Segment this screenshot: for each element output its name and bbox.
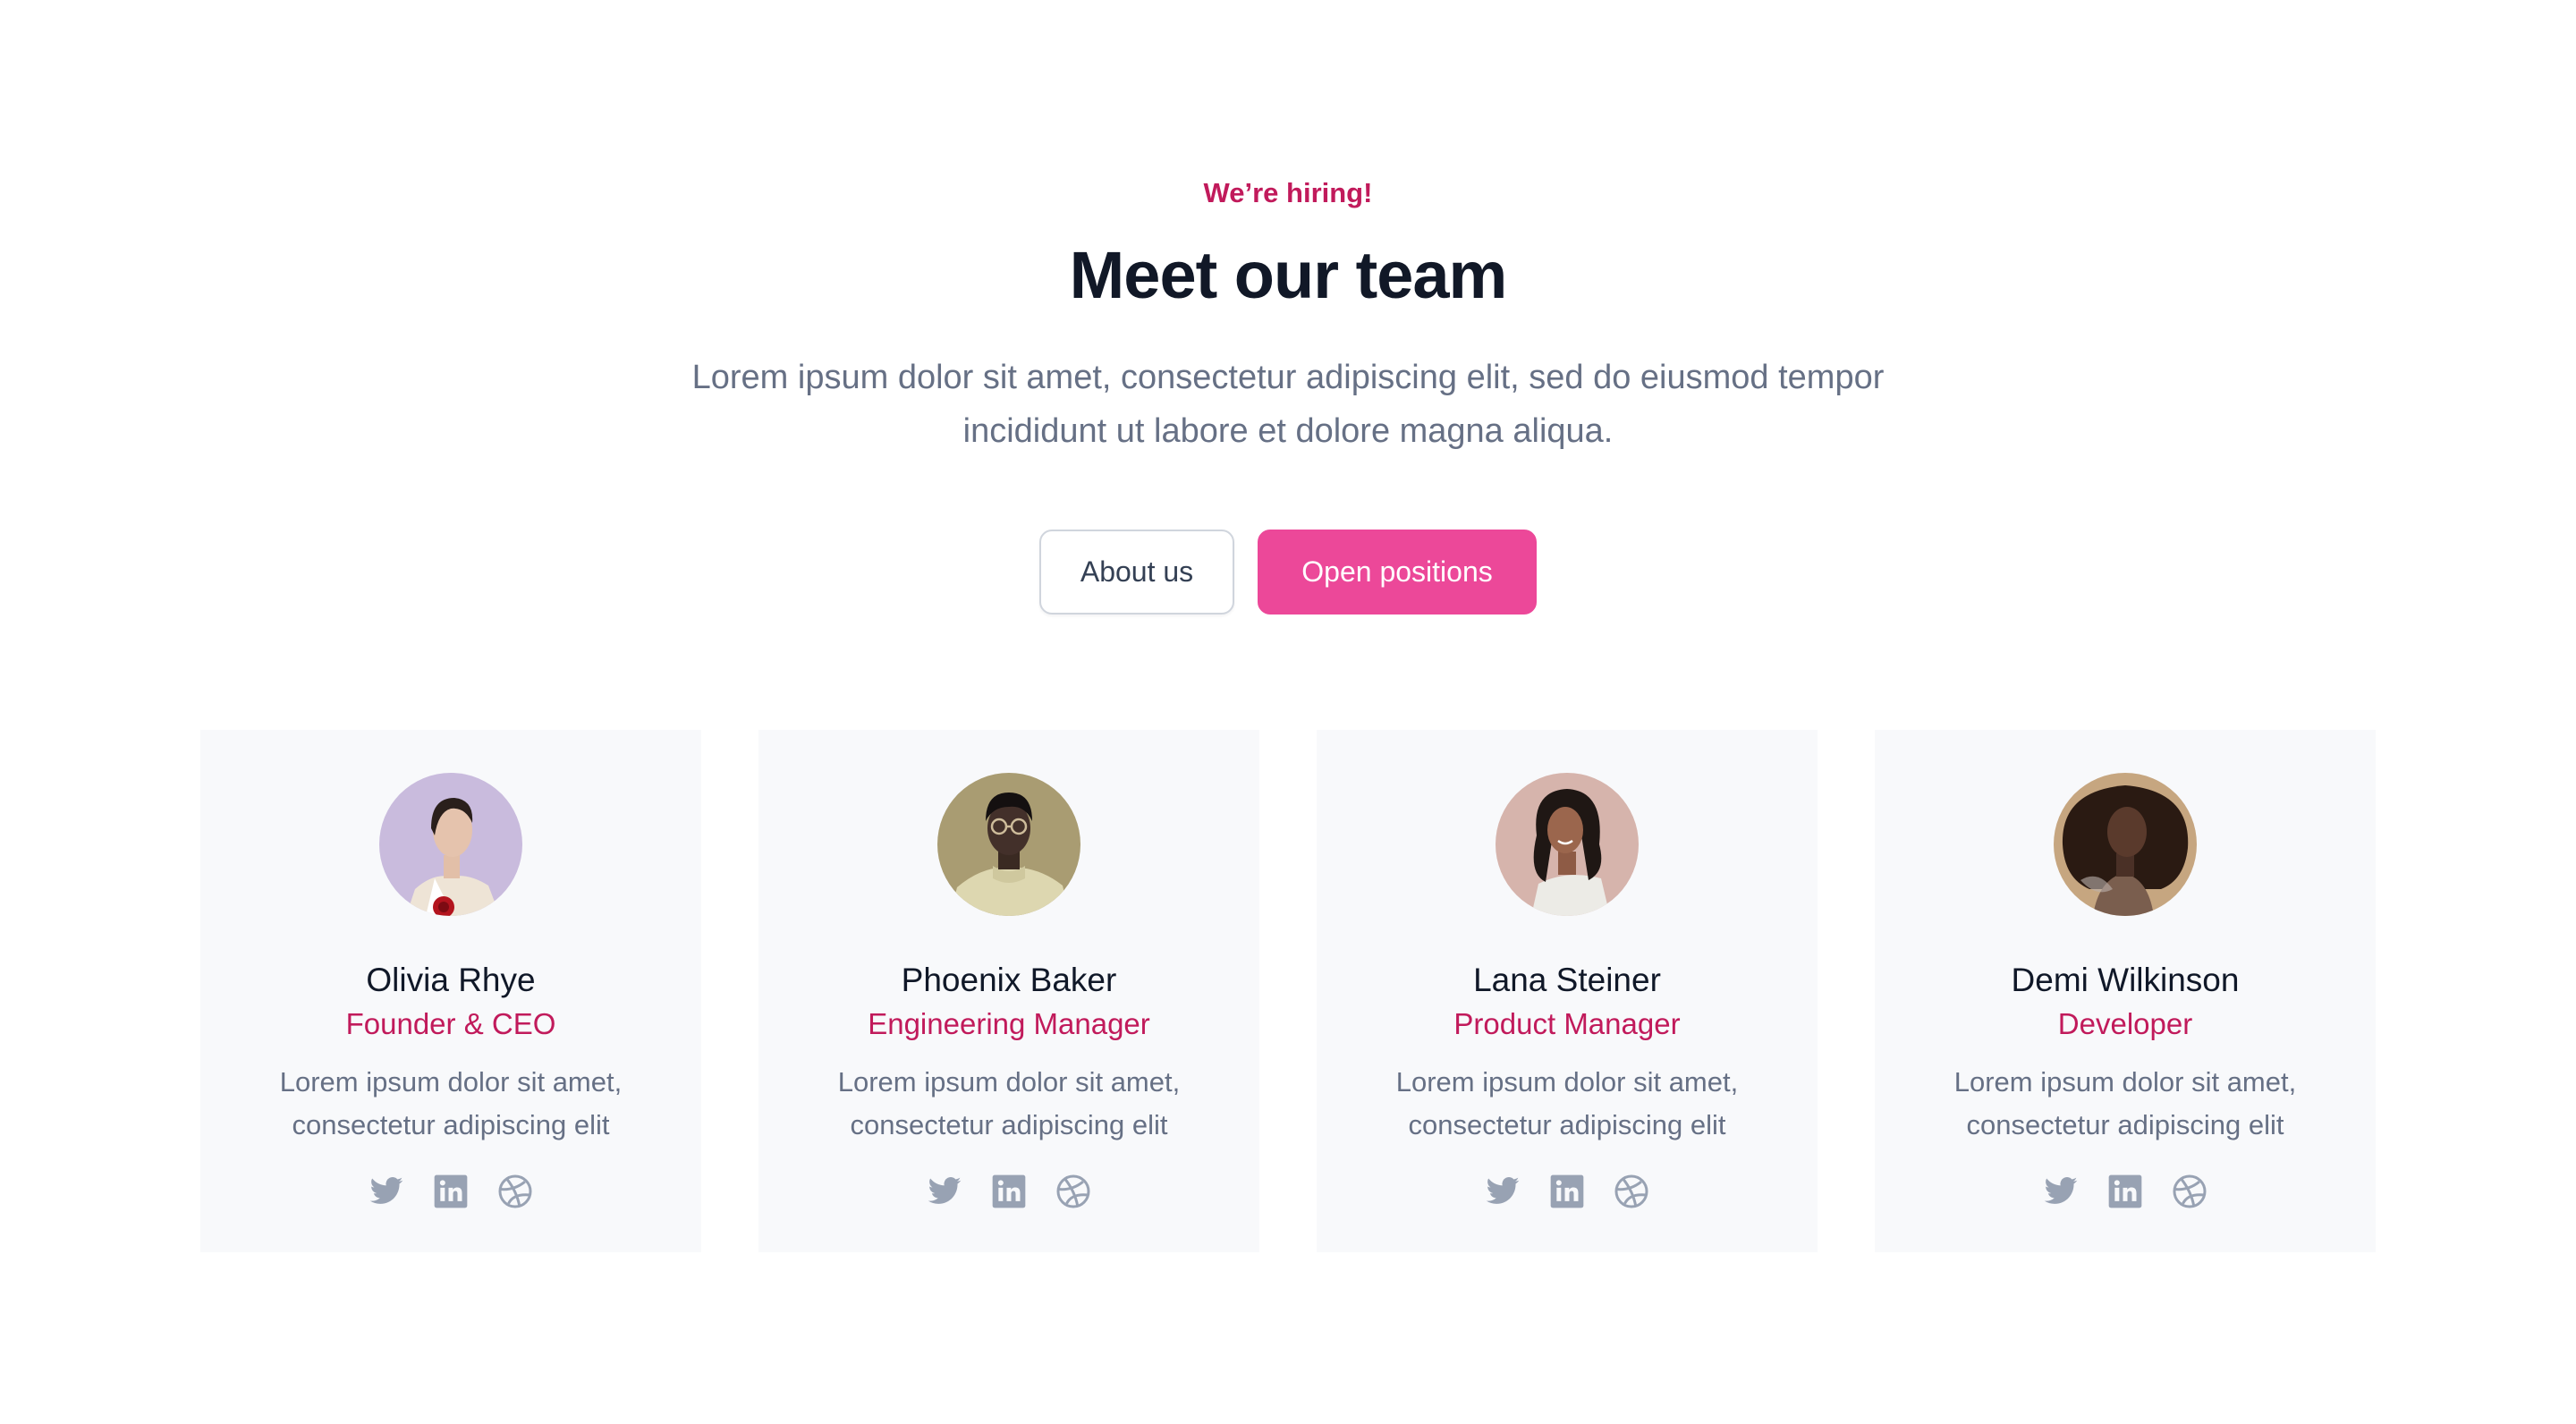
description-line-1: Lorem ipsum dolor sit amet, bbox=[279, 1066, 623, 1098]
hero-actions: About us Open positions bbox=[0, 530, 2576, 615]
linkedin-icon bbox=[1550, 1174, 1584, 1208]
avatar bbox=[937, 773, 1080, 916]
member-role: Engineering Manager bbox=[868, 1007, 1150, 1040]
subtitle-line-2: incididunt ut labore et dolore magna ali… bbox=[962, 412, 1614, 450]
description-line-1: Lorem ipsum dolor sit amet, bbox=[1395, 1066, 1739, 1098]
linkedin-icon bbox=[2108, 1174, 2142, 1208]
linkedin-link[interactable] bbox=[1549, 1174, 1585, 1209]
twitter-icon bbox=[369, 1177, 403, 1204]
page-title: Meet our team bbox=[1069, 238, 1508, 312]
linkedin-link[interactable] bbox=[991, 1174, 1027, 1209]
social-links bbox=[1875, 1174, 2376, 1209]
avatar-portrait-phoenix bbox=[937, 773, 1080, 916]
twitter-link[interactable] bbox=[927, 1174, 962, 1209]
social-links bbox=[1317, 1174, 1818, 1209]
member-name: Phoenix Baker bbox=[901, 962, 1117, 998]
dribbble-link[interactable] bbox=[2172, 1174, 2207, 1209]
eyebrow-label: We’re hiring! bbox=[1203, 177, 1373, 208]
dribbble-link[interactable] bbox=[1055, 1174, 1091, 1209]
avatar-portrait-lana bbox=[1496, 773, 1639, 916]
page-subtitle: Lorem ipsum dolor sit amet, consectetur … bbox=[572, 351, 2004, 458]
linkedin-link[interactable] bbox=[2107, 1174, 2143, 1209]
member-description: Lorem ipsum dolor sit amet, consectetur … bbox=[236, 1061, 665, 1147]
twitter-link[interactable] bbox=[2043, 1174, 2079, 1209]
dribbble-icon bbox=[1056, 1174, 1090, 1208]
member-role: Product Manager bbox=[1453, 1007, 1681, 1040]
avatar bbox=[379, 773, 522, 916]
twitter-link[interactable] bbox=[1485, 1174, 1521, 1209]
description-line-2: consectetur adipiscing elit bbox=[1966, 1109, 2284, 1140]
member-description: Lorem ipsum dolor sit amet, consectetur … bbox=[1911, 1061, 2340, 1147]
dribbble-icon bbox=[1614, 1174, 1648, 1208]
avatar bbox=[2054, 773, 2197, 916]
member-description: Lorem ipsum dolor sit amet, consectetur … bbox=[1352, 1061, 1782, 1147]
member-name: Olivia Rhye bbox=[366, 962, 536, 998]
twitter-icon bbox=[928, 1177, 962, 1204]
description-line-2: consectetur adipiscing elit bbox=[1408, 1109, 1726, 1140]
twitter-icon bbox=[2044, 1177, 2078, 1204]
avatar-portrait-demi bbox=[2054, 773, 2197, 916]
social-links bbox=[758, 1174, 1259, 1209]
dribbble-icon bbox=[498, 1174, 532, 1208]
description-line-2: consectetur adipiscing elit bbox=[850, 1109, 1168, 1140]
twitter-icon bbox=[1486, 1177, 1520, 1204]
dribbble-icon bbox=[2173, 1174, 2207, 1208]
description-line-2: consectetur adipiscing elit bbox=[292, 1109, 610, 1140]
dribbble-link[interactable] bbox=[497, 1174, 533, 1209]
member-name: Lana Steiner bbox=[1473, 962, 1661, 998]
social-links bbox=[200, 1174, 701, 1209]
team-grid: Olivia Rhye Founder & CEO Lorem ipsum do… bbox=[200, 730, 2376, 1252]
team-card: Lana Steiner Product Manager Lorem ipsum… bbox=[1317, 730, 1818, 1252]
team-card: Demi Wilkinson Developer Lorem ipsum dol… bbox=[1875, 730, 2376, 1252]
member-description: Lorem ipsum dolor sit amet, consectetur … bbox=[794, 1061, 1224, 1147]
description-line-1: Lorem ipsum dolor sit amet, bbox=[1953, 1066, 2297, 1098]
member-role: Developer bbox=[2057, 1007, 2193, 1040]
linkedin-icon bbox=[992, 1174, 1026, 1208]
member-name: Demi Wilkinson bbox=[2011, 962, 2240, 998]
about-us-button[interactable]: About us bbox=[1039, 530, 1234, 615]
dribbble-link[interactable] bbox=[1614, 1174, 1649, 1209]
team-card: Phoenix Baker Engineering Manager Lorem … bbox=[758, 730, 1259, 1252]
linkedin-link[interactable] bbox=[433, 1174, 469, 1209]
team-card: Olivia Rhye Founder & CEO Lorem ipsum do… bbox=[200, 730, 701, 1252]
member-role: Founder & CEO bbox=[345, 1007, 556, 1040]
twitter-link[interactable] bbox=[369, 1174, 404, 1209]
linkedin-icon bbox=[434, 1174, 468, 1208]
subtitle-line-1: Lorem ipsum dolor sit amet, consectetur … bbox=[691, 359, 1885, 396]
avatar bbox=[1496, 773, 1639, 916]
open-positions-button[interactable]: Open positions bbox=[1258, 530, 1537, 615]
description-line-1: Lorem ipsum dolor sit amet, bbox=[837, 1066, 1181, 1098]
avatar-portrait-olivia bbox=[379, 773, 522, 916]
